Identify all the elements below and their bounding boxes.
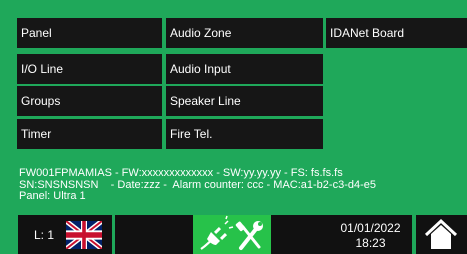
speaker-line-button[interactable]: Speaker Line xyxy=(166,86,323,116)
footer-bar: L: 1 01/01/2022 18:23 xyxy=(0,205,467,254)
footer-spacer-left xyxy=(115,215,193,254)
panel-info-line: Panel: Ultra 1 xyxy=(19,190,86,202)
idanet-board-button[interactable]: IDANet Board xyxy=(326,18,467,48)
audio-input-button[interactable]: Audio Input xyxy=(166,54,323,84)
home-icon xyxy=(424,218,458,249)
groups-button[interactable]: Groups xyxy=(17,86,162,116)
firmware-info-line: FW001FPMAMIAS - FW:xxxxxxxxxxxxx - SW:yy… xyxy=(19,167,343,179)
service-button[interactable] xyxy=(193,215,271,254)
audio-zone-button[interactable]: Audio Zone xyxy=(166,18,323,48)
uk-flag-icon xyxy=(66,221,102,249)
system-info: FW001FPMAMIAS - FW:xxxxxxxxxxxxx - SW:yy… xyxy=(19,167,376,203)
footer-spacer-right xyxy=(271,215,329,254)
plug-and-tools-icon xyxy=(200,215,263,250)
panel-screen: Panel Audio Zone IDANet Board I/O Line A… xyxy=(0,0,467,254)
language-button[interactable]: L: 1 xyxy=(18,215,112,254)
date-time-display: 01/01/2022 18:23 xyxy=(329,215,412,254)
home-button[interactable] xyxy=(416,215,467,254)
io-line-button[interactable]: I/O Line xyxy=(17,54,162,84)
fire-tel-button[interactable]: Fire Tel. xyxy=(166,119,323,149)
access-level-label: L: 1 xyxy=(34,228,55,242)
panel-button[interactable]: Panel xyxy=(17,18,162,48)
timer-button[interactable]: Timer xyxy=(17,119,162,149)
date-label: 01/01/2022 xyxy=(340,221,401,235)
time-label: 18:23 xyxy=(355,236,386,250)
